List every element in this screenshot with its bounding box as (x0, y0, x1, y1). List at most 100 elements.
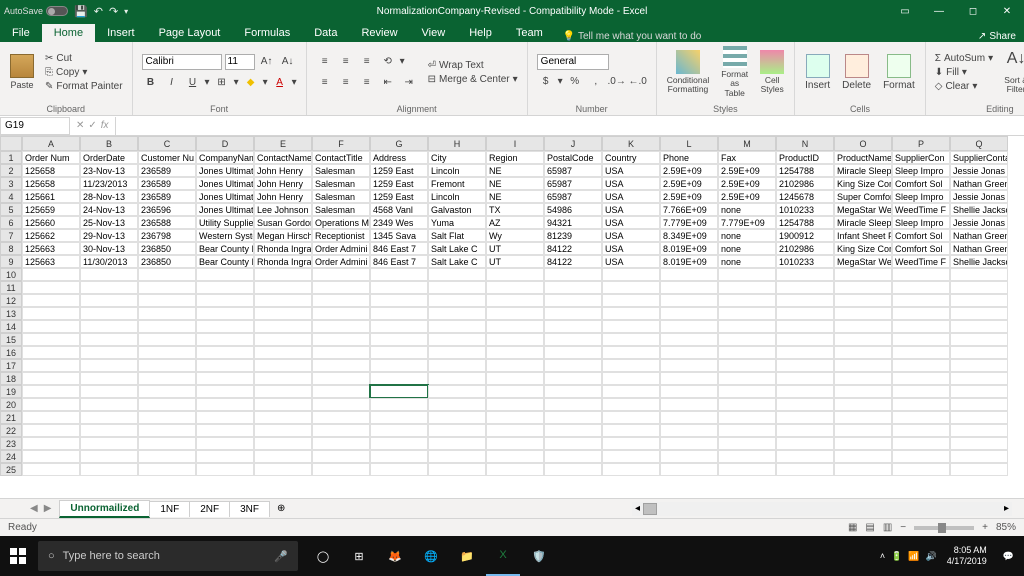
cell[interactable]: Miracle Sleep Pillow (834, 216, 892, 229)
cell[interactable] (544, 411, 602, 424)
row-header[interactable]: 3 (0, 177, 22, 190)
cell[interactable] (22, 346, 80, 359)
cell[interactable] (602, 333, 660, 346)
cell[interactable] (486, 320, 544, 333)
tab-insert[interactable]: Insert (95, 24, 147, 42)
cell[interactable]: King Size Comforter (834, 242, 892, 255)
cell[interactable]: 846 East 7 (370, 242, 428, 255)
cell[interactable]: 236850 (138, 255, 196, 268)
orientation-icon[interactable]: ⟲ (379, 53, 397, 71)
autosave-toggle[interactable] (46, 6, 68, 16)
cortana-icon[interactable]: ◯ (306, 536, 340, 576)
col-header[interactable]: B (80, 136, 138, 151)
cell[interactable] (312, 398, 370, 411)
tab-home[interactable]: Home (42, 24, 95, 42)
cell[interactable] (718, 359, 776, 372)
cell[interactable]: Order Admini (312, 255, 370, 268)
cell[interactable] (370, 372, 428, 385)
cell[interactable]: 23-Nov-13 (80, 164, 138, 177)
cell[interactable] (660, 333, 718, 346)
cell[interactable] (312, 463, 370, 476)
cell[interactable] (834, 385, 892, 398)
cell[interactable] (776, 359, 834, 372)
cell[interactable] (834, 281, 892, 294)
col-header[interactable]: L (660, 136, 718, 151)
cell[interactable] (486, 346, 544, 359)
cell[interactable] (602, 307, 660, 320)
cell[interactable]: 29-Nov-13 (80, 229, 138, 242)
row-header[interactable]: 23 (0, 437, 22, 450)
cell[interactable] (834, 411, 892, 424)
cell[interactable] (370, 411, 428, 424)
cell[interactable]: Jones Ultimate Sy (196, 164, 254, 177)
cell[interactable] (834, 424, 892, 437)
cell[interactable] (312, 294, 370, 307)
notifications-icon[interactable]: 💬 (997, 551, 1020, 562)
cell[interactable]: 1900912 (776, 229, 834, 242)
sheet-tab-3nf[interactable]: 3NF (229, 501, 270, 517)
cell[interactable] (428, 411, 486, 424)
cell[interactable]: 65987 (544, 190, 602, 203)
cell[interactable]: 2102986 (776, 177, 834, 190)
zoom-level[interactable]: 85% (996, 522, 1016, 533)
align-middle-icon[interactable]: ≡ (337, 53, 355, 71)
cell[interactable] (312, 346, 370, 359)
cell[interactable] (660, 294, 718, 307)
cell[interactable]: 2.59E+09 (718, 164, 776, 177)
cell[interactable] (660, 372, 718, 385)
cell[interactable]: 54986 (544, 203, 602, 216)
redo-icon[interactable]: ↷ (109, 5, 118, 18)
decrease-font-icon[interactable]: A↓ (279, 53, 297, 71)
cell[interactable]: ProductName (834, 151, 892, 164)
col-header[interactable]: C (138, 136, 196, 151)
cell[interactable] (776, 411, 834, 424)
conditional-formatting-button[interactable]: Conditional Formatting (663, 44, 714, 100)
cell[interactable]: UT (486, 255, 544, 268)
cell[interactable] (602, 359, 660, 372)
sheet-tab-1nf[interactable]: 1NF (149, 501, 190, 517)
cell[interactable] (486, 437, 544, 450)
cell[interactable] (254, 463, 312, 476)
cell[interactable] (80, 268, 138, 281)
cell[interactable] (196, 359, 254, 372)
cell[interactable] (312, 411, 370, 424)
cell[interactable] (428, 372, 486, 385)
col-header[interactable]: Q (950, 136, 1008, 151)
cell[interactable] (718, 333, 776, 346)
col-header[interactable]: I (486, 136, 544, 151)
cell[interactable] (892, 411, 950, 424)
cell[interactable] (544, 320, 602, 333)
cell[interactable]: Salesman (312, 203, 370, 216)
mic-icon[interactable]: 🎤 (274, 550, 288, 563)
row-header[interactable]: 14 (0, 320, 22, 333)
cell[interactable] (776, 307, 834, 320)
cell[interactable] (486, 294, 544, 307)
cell[interactable]: 236596 (138, 203, 196, 216)
cell[interactable] (370, 385, 428, 398)
cell[interactable]: USA (602, 242, 660, 255)
cell[interactable]: 125659 (22, 203, 80, 216)
cell[interactable] (254, 372, 312, 385)
cell[interactable]: 84122 (544, 255, 602, 268)
enter-formula-icon[interactable]: ✓ (88, 120, 96, 131)
cell[interactable]: 125663 (22, 255, 80, 268)
cell[interactable] (428, 333, 486, 346)
tray-up-icon[interactable]: ˄ (880, 551, 885, 562)
save-icon[interactable]: 💾 (74, 5, 88, 18)
prev-sheet-icon[interactable]: ◀ (24, 503, 44, 514)
cell[interactable] (196, 372, 254, 385)
cell[interactable] (22, 281, 80, 294)
cell[interactable]: Nathan Green (950, 229, 1008, 242)
cell[interactable]: 81239 (544, 229, 602, 242)
cell[interactable] (718, 307, 776, 320)
cell[interactable]: Nathan Green (950, 242, 1008, 255)
row-header[interactable]: 16 (0, 346, 22, 359)
cell[interactable] (312, 359, 370, 372)
align-bottom-icon[interactable]: ≡ (358, 53, 376, 71)
cell[interactable] (892, 294, 950, 307)
bold-icon[interactable]: B (142, 74, 160, 92)
cell[interactable] (950, 372, 1008, 385)
cell[interactable] (602, 398, 660, 411)
cell[interactable]: Shellie Jackson (950, 203, 1008, 216)
col-header[interactable]: K (602, 136, 660, 151)
